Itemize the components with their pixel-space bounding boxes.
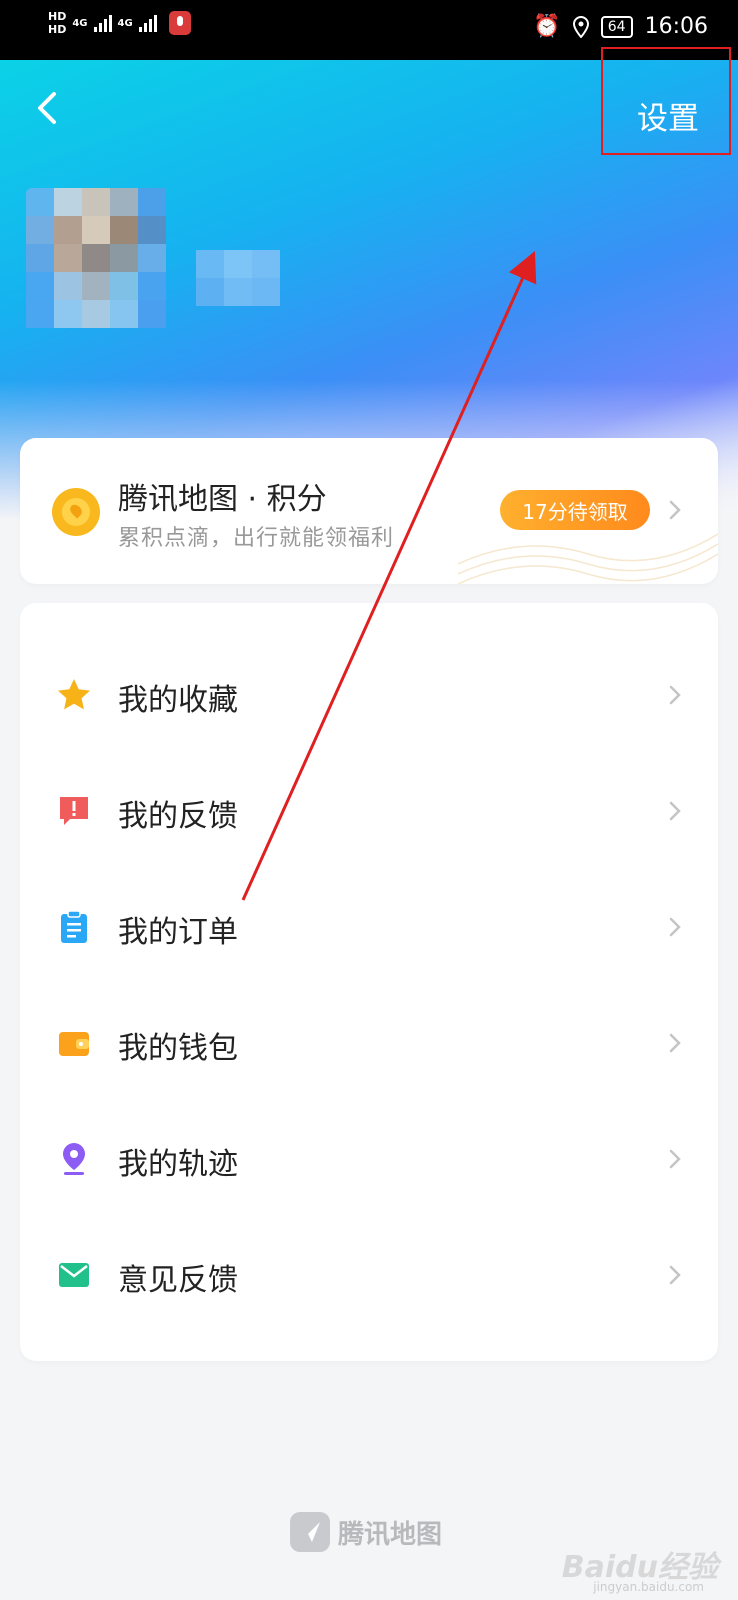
footer-logo: 腾讯地图 <box>290 1512 442 1552</box>
footer-app-name: 腾讯地图 <box>338 1519 443 1550</box>
points-subtitle: 累积点滴，出行就能领福利 <box>118 526 395 551</box>
menu-label: 我的收藏 <box>118 683 238 718</box>
menu-item-tracks[interactable]: 我的轨迹 <box>20 1109 718 1209</box>
feedback-icon <box>60 797 88 825</box>
chevron-right-icon <box>669 1149 681 1169</box>
menu-item-favorites[interactable]: 我的收藏 <box>20 645 718 745</box>
menu-item-wallet[interactable]: 我的钱包 <box>20 993 718 1093</box>
menu-card: 我的收藏 我的反馈 我的订单 我的钱包 我的轨迹 意见反馈 <box>20 603 718 1361</box>
menu-label: 意见反馈 <box>118 1263 238 1298</box>
signal-icon-2 <box>138 14 157 32</box>
mail-icon <box>59 1263 89 1287</box>
clipboard-icon <box>61 910 87 943</box>
annotation-highlight-box <box>601 47 731 155</box>
chevron-right-icon <box>669 917 681 937</box>
chevron-right-icon <box>669 1033 681 1053</box>
menu-label: 我的订单 <box>118 915 238 950</box>
chevron-right-icon <box>669 685 681 705</box>
alarm-icon: ⏰ <box>533 14 561 39</box>
chevron-right-icon <box>669 1265 681 1285</box>
points-card[interactable]: 腾讯地图 · 积分 累积点滴，出行就能领福利 17分待领取 <box>20 438 718 584</box>
menu-label: 我的反馈 <box>118 799 238 834</box>
battery-icon: 64 <box>600 15 633 38</box>
decorative-waves <box>458 533 718 584</box>
microphone-icon <box>168 11 191 35</box>
menu-item-my-feedback[interactable]: 我的反馈 <box>20 761 718 861</box>
signal-icon-1 <box>93 14 112 32</box>
watermark-url: jingyan.baidu.com <box>593 1580 704 1594</box>
star-icon <box>58 679 90 710</box>
username-blurred <box>196 250 280 306</box>
hd-indicator-1: HD <box>48 10 67 23</box>
menu-item-suggestions[interactable]: 意见反馈 <box>20 1225 718 1325</box>
menu-label: 我的钱包 <box>118 1031 238 1066</box>
back-arrow-icon[interactable] <box>28 84 68 132</box>
menu-item-orders[interactable]: 我的订单 <box>20 877 718 977</box>
avatar[interactable] <box>26 188 170 338</box>
tencent-map-logo-icon <box>290 1512 330 1552</box>
clock: 16:06 <box>644 14 708 39</box>
chevron-right-icon <box>669 801 681 821</box>
network-type-2: 4G <box>117 17 133 29</box>
location-icon <box>572 15 589 38</box>
menu-label: 我的轨迹 <box>118 1147 238 1182</box>
hd-indicator-2: HD <box>48 23 67 36</box>
points-title: 腾讯地图 · 积分 <box>118 482 327 517</box>
network-type-1: 4G <box>72 17 88 29</box>
location-pin-icon <box>63 1143 85 1175</box>
points-coin-icon <box>52 488 100 536</box>
wallet-icon <box>59 1032 89 1056</box>
